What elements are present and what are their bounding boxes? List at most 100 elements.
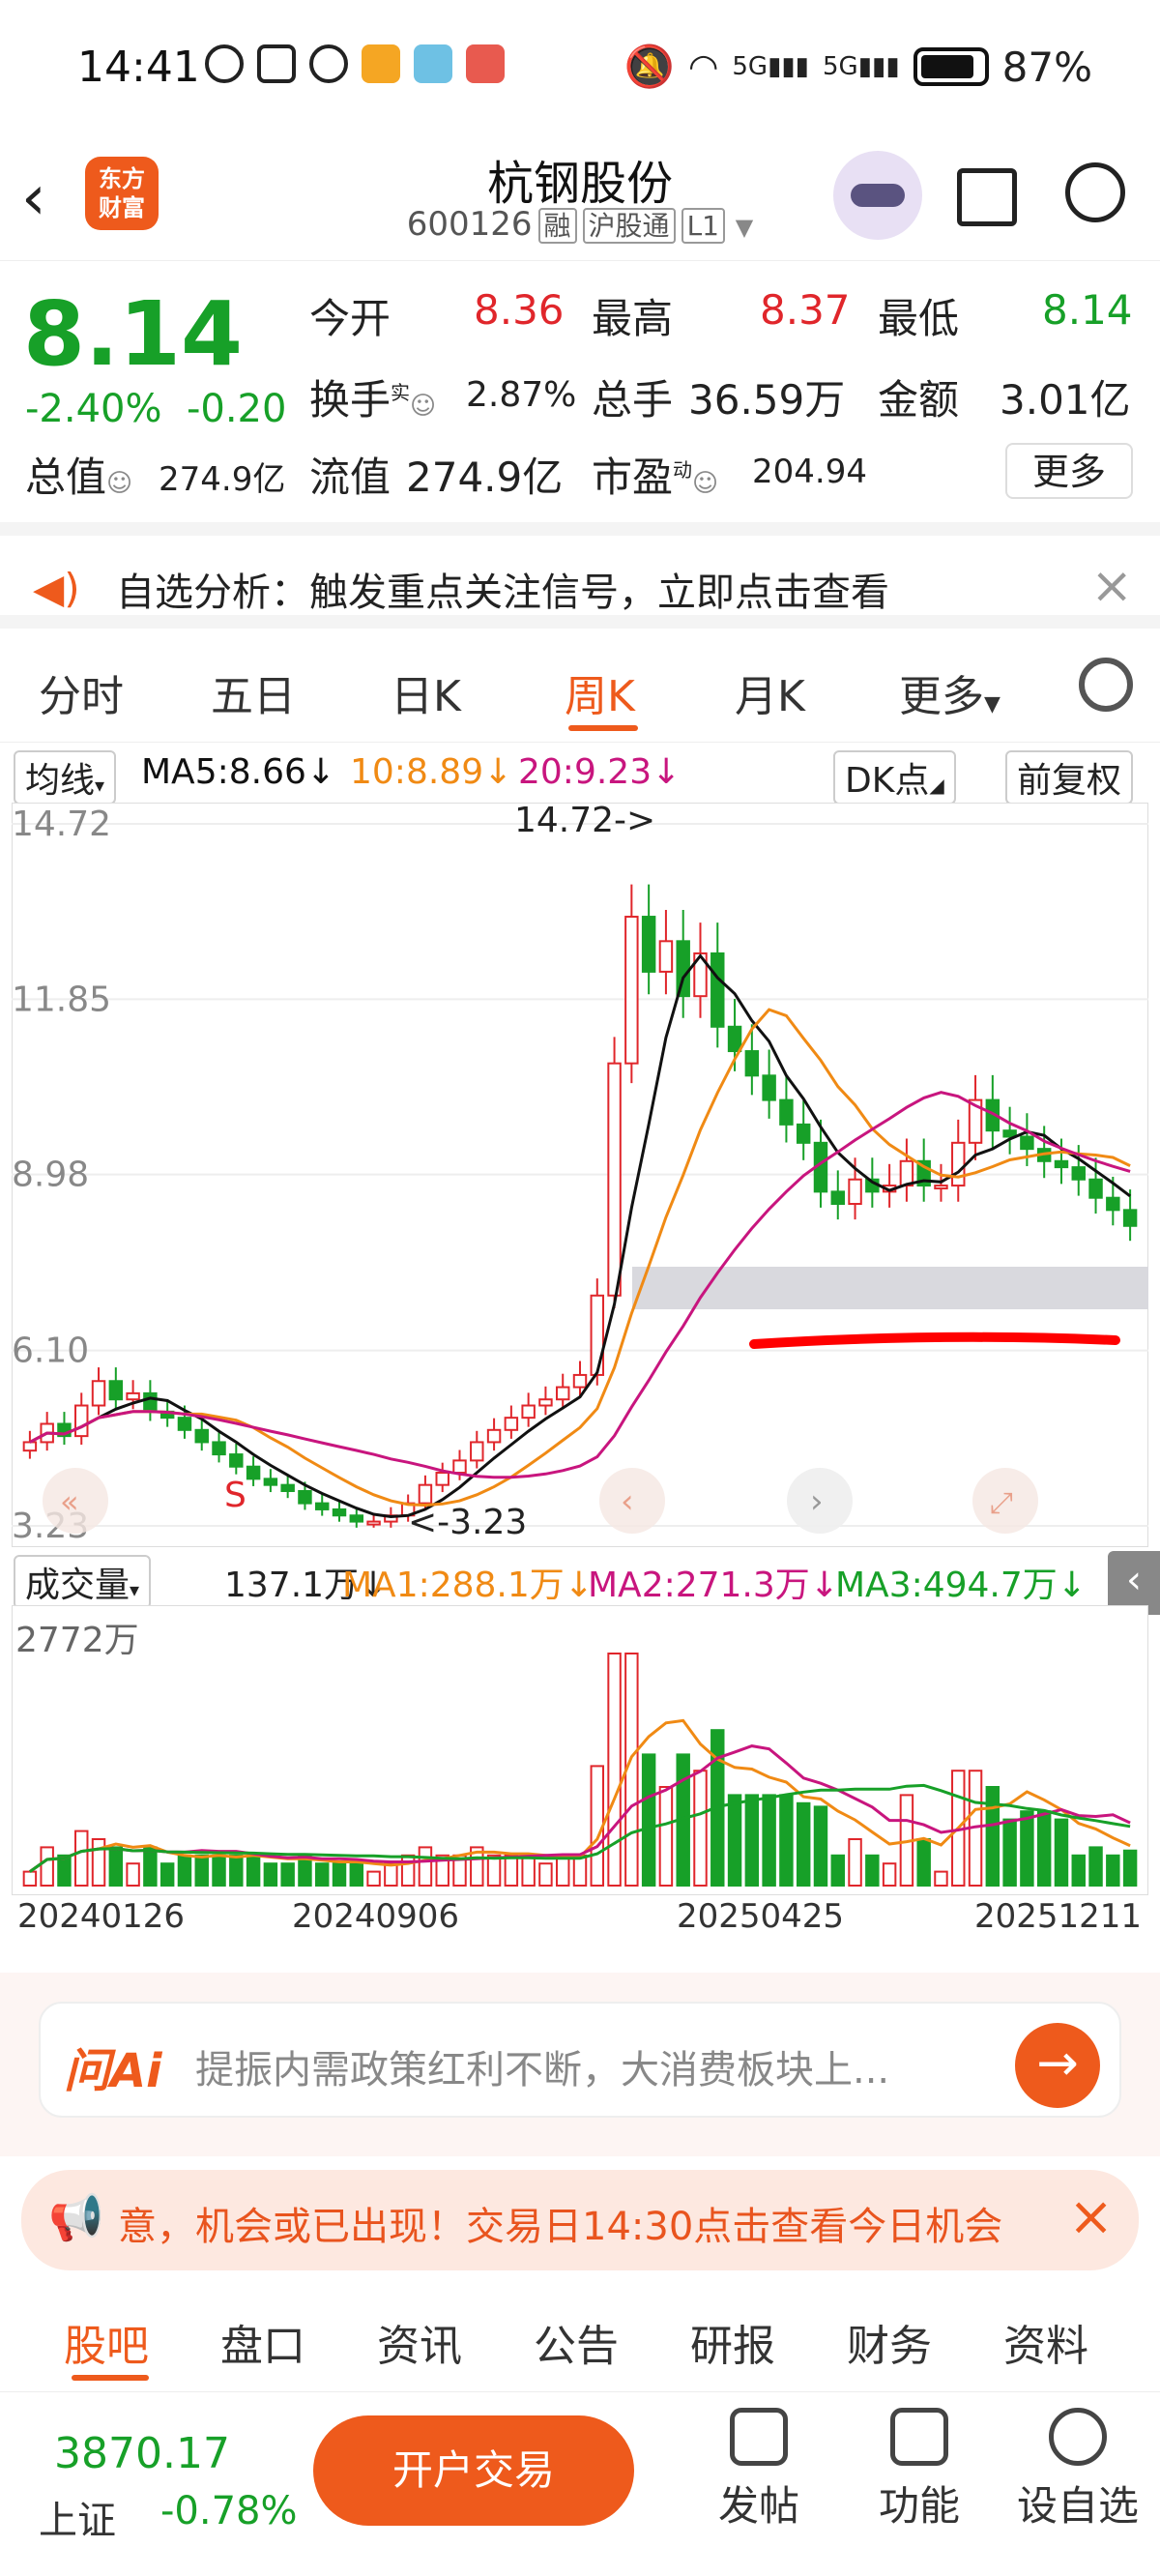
candle xyxy=(796,1123,811,1144)
tab-news[interactable]: 资讯 xyxy=(377,2311,462,2373)
volume-bar xyxy=(160,1862,175,1888)
mcap-value: 274.9亿 xyxy=(159,460,286,499)
app-icon-2 xyxy=(414,44,452,83)
gear-icon[interactable] xyxy=(1079,658,1133,712)
price-tick-label: 14.72 xyxy=(12,805,111,844)
tag-connect: 沪股通 xyxy=(582,208,676,244)
volume-bar xyxy=(882,1862,897,1888)
adjust-selector[interactable]: 前复权 xyxy=(1005,750,1134,805)
nfc-icon xyxy=(257,44,296,83)
volume-bar xyxy=(658,1786,674,1887)
arrow-right-icon[interactable]: → xyxy=(1015,2023,1100,2108)
ai-assistant-bar: 问Ai 提振内需政策红利不断，大消费板块上... → xyxy=(0,1973,1160,2156)
volume-bar xyxy=(332,1862,347,1888)
candle xyxy=(744,1050,760,1077)
volume-bar xyxy=(830,1854,845,1887)
tab-profile[interactable]: 资料 xyxy=(1003,2311,1088,2373)
tab-daily[interactable]: 日K xyxy=(391,661,461,723)
volume-bar xyxy=(813,1805,828,1887)
volume-bar xyxy=(177,1854,192,1887)
volume-bar xyxy=(1088,1846,1103,1887)
battery-icon xyxy=(913,47,989,86)
add-watchlist-button[interactable]: 设自选 xyxy=(1005,2408,1150,2532)
date-label: 20251211 xyxy=(974,1897,1143,1936)
double-left-icon: « xyxy=(60,1483,79,1520)
tab-minute[interactable]: 分时 xyxy=(39,661,124,723)
app-icon xyxy=(362,44,400,83)
index-value[interactable]: 3870.17 xyxy=(54,2429,230,2478)
post-button[interactable]: 发帖 xyxy=(686,2408,831,2532)
alert-text[interactable]: 自选分析：触发重点关注信号，立即点击查看 xyxy=(116,561,889,617)
volume-bar xyxy=(848,1838,862,1887)
volume-bar xyxy=(1122,1849,1138,1887)
index-change[interactable]: -0.78% xyxy=(160,2489,298,2533)
ai-prompt-text[interactable]: 提振内需政策红利不断，大消费板块上... xyxy=(195,2038,1017,2094)
volume-bar xyxy=(229,1854,244,1887)
candle xyxy=(1071,1166,1086,1181)
candle xyxy=(504,1417,519,1431)
more-quote-button[interactable]: 更多 xyxy=(1005,443,1133,499)
change-percent: -2.40% xyxy=(25,387,162,431)
volume-bar xyxy=(1036,1810,1052,1887)
promo-banner[interactable]: 📢 意，机会或已出现！交易日14:30点击查看今日机会 × xyxy=(21,2170,1139,2270)
volume-bar xyxy=(762,1794,776,1887)
tab-monthly[interactable]: 月K xyxy=(735,661,805,723)
high-annotation: 14.72-> xyxy=(514,803,655,840)
kline-chart[interactable]: 14.7211.858.986.103.23 14.72-> <-3.23 S … xyxy=(12,803,1148,1547)
volume-value: 36.59万 xyxy=(688,376,846,424)
volume-bar xyxy=(607,1653,622,1887)
date-label: 20240126 xyxy=(17,1897,186,1936)
search-icon[interactable] xyxy=(1065,162,1125,222)
float-label: 流值 xyxy=(309,454,392,501)
volume-bar xyxy=(1002,1818,1017,1888)
mute-icon: 🔕 xyxy=(624,43,675,90)
close-icon[interactable]: × xyxy=(1090,557,1133,615)
battery-level: 87% xyxy=(1001,43,1092,91)
index-name[interactable]: 上证 xyxy=(39,2489,116,2545)
bottom-toolbar: 3870.17 上证 -0.78% 开户交易 发帖 功能 设自选 xyxy=(0,2394,1160,2576)
volume-bar xyxy=(1071,1854,1086,1887)
price-tick-label: 8.98 xyxy=(12,1156,89,1195)
volume-indicator-selector[interactable]: 成交量▾ xyxy=(14,1555,152,1609)
candle xyxy=(951,1141,966,1187)
candle xyxy=(555,1386,570,1401)
tab-financials[interactable]: 财务 xyxy=(847,2311,932,2373)
volume-label: 总手 xyxy=(592,376,674,424)
candle xyxy=(1020,1135,1034,1151)
volume-chart[interactable]: 2772万 xyxy=(12,1605,1148,1895)
volume-bar xyxy=(985,1786,1000,1887)
volume-bar xyxy=(727,1794,742,1887)
tab-weekly[interactable]: 周K xyxy=(565,661,635,723)
share-icon[interactable] xyxy=(957,168,1017,226)
candle xyxy=(177,1417,192,1431)
tab-orderbook[interactable]: 盘口 xyxy=(220,2311,305,2373)
alarm-icon xyxy=(309,44,348,83)
price-tick-label: 6.10 xyxy=(12,1332,89,1371)
volume-bar xyxy=(572,1854,588,1887)
volume-bar xyxy=(108,1846,124,1887)
tab-more[interactable]: 更多▼ xyxy=(899,661,1000,723)
assistant-robot-icon[interactable] xyxy=(833,151,922,240)
amount-value: 3.01亿 xyxy=(1000,376,1131,424)
volume-bar xyxy=(934,1870,948,1888)
indicator-selector[interactable]: 均线▾ xyxy=(14,750,117,805)
tab-research[interactable]: 研报 xyxy=(690,2311,775,2373)
candle xyxy=(572,1373,588,1389)
tab-announcements[interactable]: 公告 xyxy=(534,2311,619,2373)
ai-query-box[interactable]: 问Ai 提振内需政策红利不断，大消费板块上... → xyxy=(39,2002,1121,2118)
tab-forum[interactable]: 股吧 xyxy=(64,2311,149,2373)
alert-banner[interactable]: ◀) 自选分析：触发重点关注信号，立即点击查看 × xyxy=(0,522,1160,629)
open-account-button[interactable]: 开户交易 xyxy=(313,2415,634,2526)
volume-bar xyxy=(641,1753,656,1887)
function-button[interactable]: 功能 xyxy=(847,2408,992,2532)
vol-ma2: MA2:271.3万↓ xyxy=(588,1566,839,1605)
close-icon[interactable]: × xyxy=(1068,2185,1114,2248)
candle xyxy=(830,1190,845,1206)
volume-bar xyxy=(126,1862,140,1888)
tab-five-day[interactable]: 五日 xyxy=(211,661,296,723)
ma10-value: 10:8.89↓ xyxy=(350,752,513,792)
vol-ma1: MA1:288.1万↓ xyxy=(342,1566,594,1605)
expand-icon: ⤢ xyxy=(990,1486,1013,1520)
dk-point-selector[interactable]: DK点◢ xyxy=(833,750,956,805)
promo-text[interactable]: 意，机会或已出现！交易日14:30点击查看今日机会 xyxy=(118,2195,1054,2251)
